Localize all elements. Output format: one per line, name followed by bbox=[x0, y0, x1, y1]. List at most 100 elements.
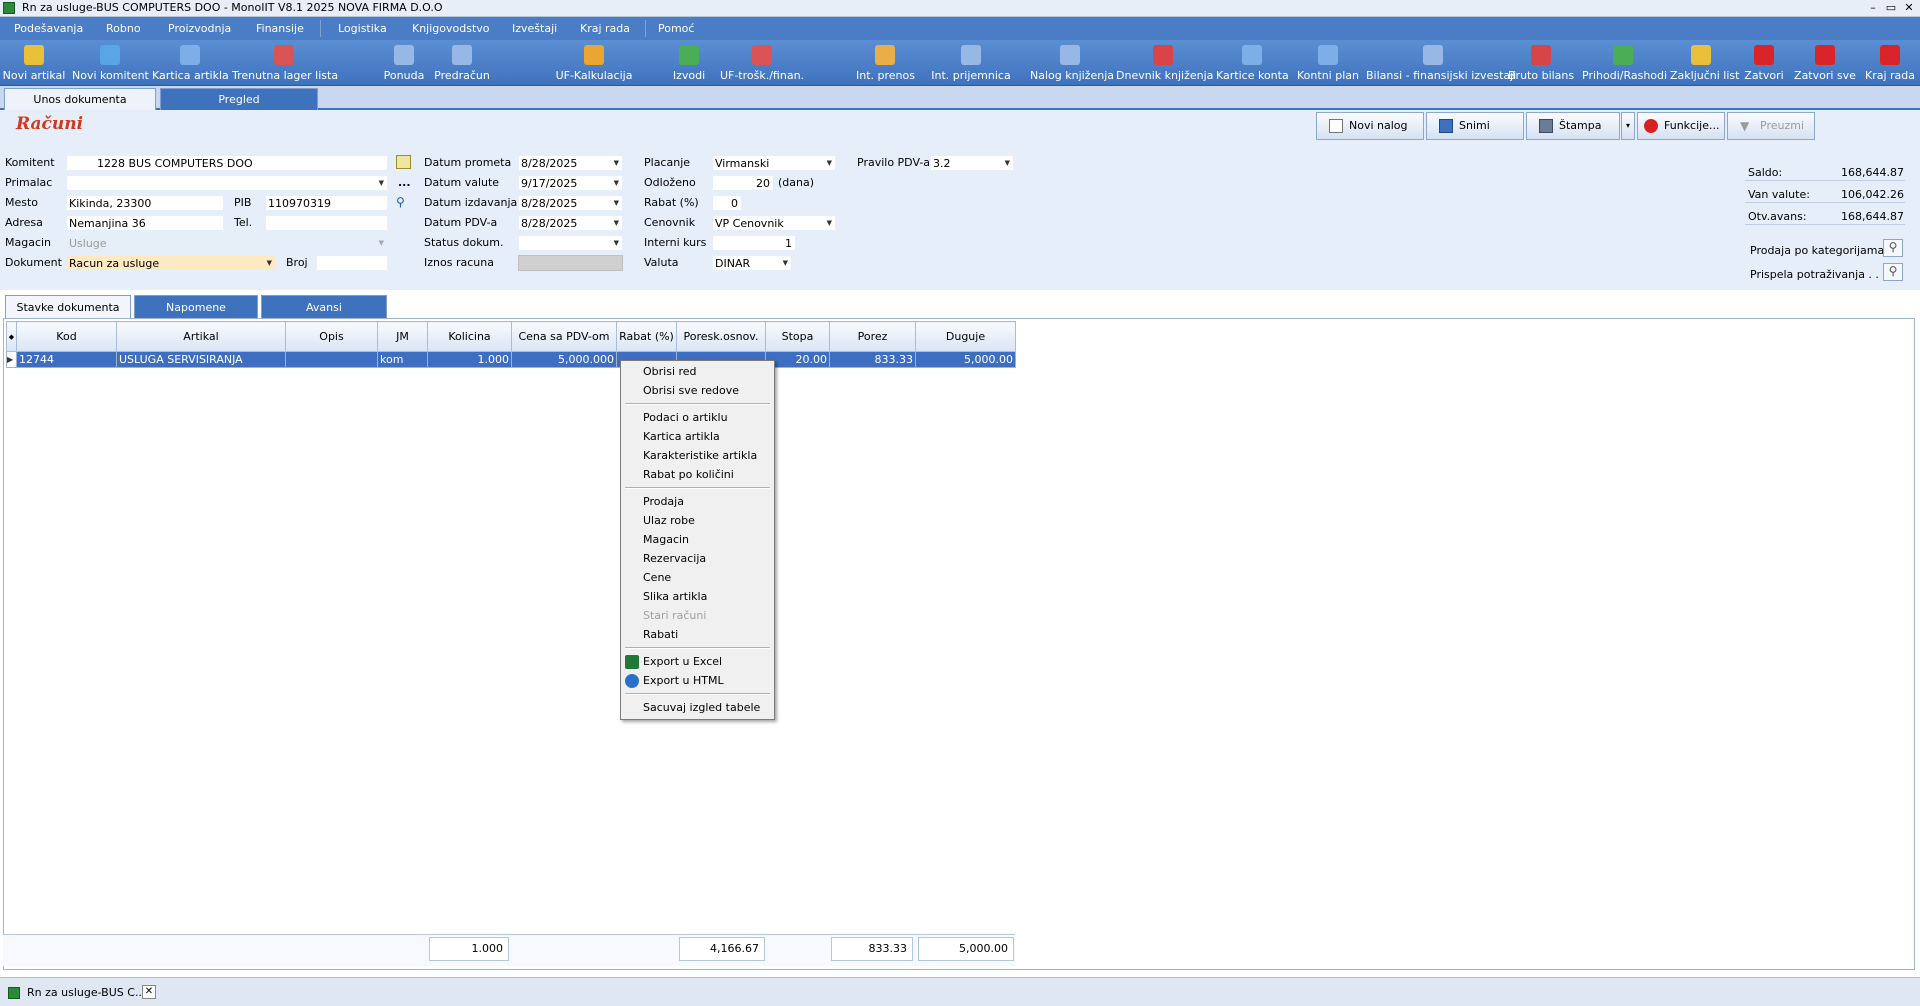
context-menu-item[interactable]: Karakteristike artikla bbox=[643, 447, 757, 465]
cell-cena[interactable]: 5,000.000 bbox=[511, 351, 617, 368]
rabat-field[interactable]: 0 bbox=[712, 195, 742, 211]
col-opis[interactable]: Opis bbox=[285, 321, 378, 352]
cell-stopa[interactable]: 20.00 bbox=[765, 351, 830, 368]
maximize-button[interactable]: ▭ bbox=[1884, 1, 1898, 15]
toolbar-button-journal[interactable]: Dnevnik knjiženja bbox=[1116, 40, 1213, 86]
window-close-button[interactable]: ✕ bbox=[1902, 1, 1916, 15]
context-menu-item[interactable]: Obrisi sve redove bbox=[643, 382, 739, 400]
context-menu-item[interactable]: Rabat po količini bbox=[643, 466, 734, 484]
cenovnik-field[interactable]: VP Cenovnik ▼ bbox=[712, 215, 836, 231]
toolbar-button-stock-list[interactable]: Trenutna lager lista bbox=[232, 40, 338, 86]
toolbar-button-new-partner[interactable]: Novi komitent bbox=[72, 40, 149, 86]
col-jm[interactable]: JM bbox=[377, 321, 428, 352]
datum-valute-field[interactable]: 9/17/2025 ▼ bbox=[518, 175, 623, 191]
search-icon[interactable]: ⚲ bbox=[1883, 263, 1903, 281]
col-kolicina[interactable]: Kolicina bbox=[427, 321, 512, 352]
tab-unos-dokumenta[interactable]: Unos dokumenta bbox=[4, 88, 156, 110]
preuzmi-button[interactable]: ▼ Preuzmi bbox=[1727, 112, 1815, 140]
menu-finansije[interactable]: Finansije bbox=[256, 17, 304, 40]
toolbar-button-item-card[interactable]: Kartica artikla bbox=[152, 40, 229, 86]
col-porez[interactable]: Porez bbox=[829, 321, 916, 352]
context-menu-item[interactable]: Prodaja bbox=[643, 493, 684, 511]
context-menu-item[interactable]: Cene bbox=[643, 569, 671, 587]
menu-knjigovodstvo[interactable]: Knjigovodstvo bbox=[412, 17, 490, 40]
toolbar-button-proforma[interactable]: Predračun bbox=[430, 40, 494, 86]
toolbar-button-statements[interactable]: Izvodi bbox=[666, 40, 712, 86]
broj-field[interactable] bbox=[316, 255, 388, 271]
toolbar-button-costs[interactable]: UF-trošk./finan. bbox=[714, 40, 810, 86]
col-duguje[interactable]: Duguje bbox=[915, 321, 1016, 352]
more-button[interactable]: ... bbox=[398, 175, 411, 191]
menu-pomoc[interactable]: Pomoć bbox=[658, 17, 694, 40]
context-menu-item[interactable]: Export u HTML bbox=[643, 672, 724, 690]
toolbar-button-gross-balance[interactable]: Bruto bilans bbox=[1508, 40, 1574, 86]
context-menu-item[interactable]: Sacuvaj izgled tabele bbox=[643, 699, 760, 717]
context-menu-item[interactable]: Slika artikla bbox=[643, 588, 707, 606]
col-poresk-osnov[interactable]: Poresk.osnov. bbox=[676, 321, 766, 352]
toolbar-button-new-item[interactable]: Novi artikal bbox=[0, 40, 68, 86]
cell-porez[interactable]: 833.33 bbox=[829, 351, 916, 368]
search-icon[interactable]: ⚲ bbox=[396, 195, 411, 210]
stampa-button[interactable]: Štampa bbox=[1526, 112, 1620, 140]
funkcije-button[interactable]: Funkcije... bbox=[1637, 112, 1725, 140]
snimi-button[interactable]: Snimi bbox=[1426, 112, 1524, 140]
datum-prometa-field[interactable]: 8/28/2025 ▼ bbox=[518, 155, 623, 171]
search-icon[interactable]: ⚲ bbox=[1883, 239, 1903, 257]
pib-field[interactable]: 110970319 bbox=[265, 195, 388, 211]
col-stopa[interactable]: Stopa bbox=[765, 321, 830, 352]
primalac-field[interactable]: ▼ bbox=[66, 175, 388, 191]
datum-pdv-field[interactable]: 8/28/2025 ▼ bbox=[518, 215, 623, 231]
prispela-potrazivanja-label[interactable]: Prispela potraživanja . . bbox=[1750, 268, 1879, 281]
adresa-field[interactable]: Nemanjina 36 bbox=[66, 215, 224, 231]
col-cena-sa-pdv[interactable]: Cena sa PDV-om bbox=[511, 321, 617, 352]
prodaja-po-kategorijama-label[interactable]: Prodaja po kategorijama bbox=[1750, 244, 1884, 257]
partner-book-icon[interactable] bbox=[396, 155, 411, 169]
context-menu-item[interactable]: Obrisi red bbox=[643, 363, 697, 381]
toolbar-button-chart-of-accounts[interactable]: Kontni plan bbox=[1292, 40, 1364, 86]
toolbar-button-close[interactable]: Zatvori bbox=[1740, 40, 1788, 86]
context-menu-item[interactable]: Export u Excel bbox=[643, 653, 722, 671]
context-menu-item[interactable]: Rabati bbox=[643, 626, 678, 644]
toolbar-button-receipt[interactable]: Int. prijemnica bbox=[922, 40, 1020, 86]
toolbar-button-power[interactable]: Kraj rada bbox=[1860, 40, 1920, 86]
odlozeno-field[interactable]: 20 bbox=[712, 175, 774, 191]
toolbar-button-calculation[interactable]: UF-Kalkulacija bbox=[546, 40, 642, 86]
menu-podesavanja[interactable]: Podešavanja bbox=[14, 17, 83, 40]
context-menu-item[interactable]: Kartica artikla bbox=[643, 428, 720, 446]
context-menu-item[interactable]: Magacin bbox=[643, 531, 689, 549]
cell-kolicina[interactable]: 1.000 bbox=[427, 351, 512, 368]
menu-izvestaji[interactable]: Izveštaji bbox=[512, 17, 557, 40]
menu-kraj-rada[interactable]: Kraj rada bbox=[580, 17, 630, 40]
menu-robno[interactable]: Robno bbox=[106, 17, 141, 40]
dokument-field[interactable]: Racun za usluge ▼ bbox=[66, 255, 276, 271]
table-row[interactable]: ▶ 12744 USLUGA SERVISIRANJA kom 1.000 5,… bbox=[6, 351, 1016, 368]
mesto-field[interactable]: Kikinda, 23300 bbox=[66, 195, 224, 211]
cell-jm[interactable]: kom bbox=[377, 351, 428, 368]
menu-proizvodnja[interactable]: Proizvodnja bbox=[168, 17, 231, 40]
context-menu-item[interactable]: Ulaz robe bbox=[643, 512, 695, 530]
stampa-dropdown[interactable]: ▾ bbox=[1621, 112, 1635, 140]
cell-artikal[interactable]: USLUGA SERVISIRANJA bbox=[116, 351, 286, 368]
pravilo-pdv-field[interactable]: 3.2 ▼ bbox=[930, 155, 1014, 171]
col-kod[interactable]: Kod bbox=[16, 321, 117, 352]
cell-duguje[interactable]: 5,000.00 bbox=[915, 351, 1016, 368]
toolbar-button-offer[interactable]: Ponuda bbox=[378, 40, 430, 86]
cell-kod[interactable]: 12744 bbox=[16, 351, 117, 368]
toolbar-button-closing-sheet[interactable]: Zaključni list bbox=[1670, 40, 1739, 86]
komitent-field[interactable]: 1228 BUS COMPUTERS DOO bbox=[66, 155, 388, 171]
context-menu-item[interactable]: Rezervacija bbox=[643, 550, 706, 568]
tab-pregled[interactable]: Pregled bbox=[160, 88, 318, 110]
toolbar-button-account-cards[interactable]: Kartice konta bbox=[1216, 40, 1289, 86]
novi-nalog-button[interactable]: Novi nalog bbox=[1316, 112, 1424, 140]
tab-stavke-dokumenta[interactable]: Stavke dokumenta bbox=[5, 295, 131, 319]
context-menu-item[interactable]: Podaci o artiklu bbox=[643, 409, 728, 427]
minimize-button[interactable]: – bbox=[1866, 1, 1880, 15]
interni-kurs-field[interactable]: 1 bbox=[712, 235, 796, 251]
toolbar-button-posting-order[interactable]: Nalog knjiženja bbox=[1030, 40, 1114, 86]
toolbar-button-close-all[interactable]: Zatvori sve bbox=[1790, 40, 1860, 86]
menu-logistika[interactable]: Logistika bbox=[338, 17, 387, 40]
tab-avansi[interactable]: Avansi bbox=[261, 295, 387, 319]
col-artikal[interactable]: Artikal bbox=[116, 321, 286, 352]
tab-napomene[interactable]: Napomene bbox=[134, 295, 258, 319]
toolbar-button-income-expense[interactable]: Prihodi/Rashodi bbox=[1582, 40, 1667, 86]
